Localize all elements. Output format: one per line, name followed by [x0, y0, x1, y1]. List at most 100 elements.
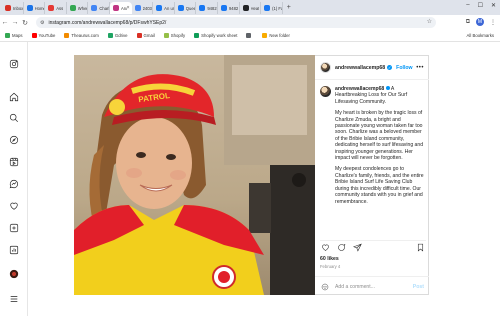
bookmark-item[interactable] [246, 33, 253, 38]
tab-label: Inbox [13, 5, 23, 11]
browser-tab-strip: Inbox Home Ass When CharloAnd× 2403 An un Queen… [0, 0, 500, 15]
bookmark-item[interactable]: New folder [262, 33, 290, 38]
url-text: instagram.com/andrewwallacemp68/p/DFswhY… [48, 19, 167, 26]
home-icon[interactable] [8, 91, 20, 103]
caption-avatar[interactable] [320, 86, 331, 97]
tab-favicon-icon [26, 5, 33, 11]
bookmark-favicon-icon [107, 33, 113, 38]
browser-tab[interactable]: (1) Fa [261, 2, 283, 14]
tab-favicon-icon [199, 5, 206, 11]
caption-username[interactable]: andrewwallacemp68 [335, 86, 384, 92]
browser-tab[interactable]: And× [109, 2, 132, 14]
profile-avatar-icon[interactable] [8, 268, 20, 280]
bookmark-item[interactable]: Theaurus.com [64, 33, 99, 38]
bookmark-item[interactable]: YouTube [31, 33, 55, 38]
reload-icon[interactable]: ↻ [20, 19, 30, 27]
browser-tab[interactable]: Home [24, 2, 46, 14]
browser-tab[interactable]: 9482 [196, 2, 218, 14]
messenger-icon[interactable] [8, 178, 20, 190]
tab-label: When [77, 5, 88, 11]
browser-tab[interactable]: 2403 [132, 2, 154, 14]
post-details-panel: andrewwallacemp68 ✓ Follow ••• andrewwal… [315, 55, 429, 295]
browser-tab[interactable]: Queen [175, 2, 197, 14]
like-heart-icon[interactable] [320, 242, 331, 253]
back-icon[interactable]: ← [0, 19, 10, 26]
browser-tab[interactable]: 9482 [218, 2, 240, 14]
browser-tab[interactable]: Charlo [88, 2, 110, 14]
tab-favicon-icon [177, 5, 184, 11]
caption-lead: andrewwallacemp68 A Heartbreaking Loss f… [335, 86, 426, 105]
bookmark-favicon-icon [64, 33, 70, 38]
post-date[interactable]: February 4 [320, 264, 340, 269]
tab-close-icon[interactable]: × [127, 5, 130, 11]
all-bookmarks-link[interactable]: All Bookmarks [467, 33, 494, 38]
browser-tab[interactable]: Heat [240, 2, 262, 14]
minimize-icon[interactable]: – [466, 2, 469, 9]
menu-icon[interactable]: ⋮ [490, 19, 496, 26]
tab-label: Queen [185, 5, 196, 11]
create-icon[interactable] [8, 222, 20, 234]
tab-label: 9482 [207, 5, 217, 11]
extensions-icon[interactable]: ⧉ [466, 19, 470, 26]
author-avatar[interactable] [320, 62, 331, 73]
more-menu-icon[interactable] [8, 293, 20, 305]
dashboard-icon[interactable] [8, 244, 20, 256]
verified-badge-icon [385, 86, 390, 90]
caption-paragraph: My deepest condolences go to Charlize's … [335, 166, 424, 205]
profile-avatar[interactable]: M [476, 18, 484, 26]
save-bookmark-icon[interactable] [415, 242, 426, 253]
comment-icon[interactable] [336, 242, 347, 253]
browser-tab[interactable]: Ass [45, 2, 67, 14]
browser-tab[interactable]: When [67, 2, 89, 14]
notifications-heart-icon[interactable] [8, 200, 20, 212]
bookmark-item[interactable]: Gdrive [107, 33, 128, 38]
bookmark-item[interactable]: Shopify [163, 33, 186, 38]
close-window-icon[interactable]: ✕ [491, 2, 496, 9]
instagram-nav-rail [0, 42, 28, 316]
search-icon[interactable] [8, 112, 20, 124]
browser-tab[interactable]: An un [153, 2, 175, 14]
bookmark-label: Gdrive [114, 33, 128, 38]
likes-count[interactable]: 60 likes [320, 256, 339, 262]
maximize-icon[interactable]: ☐ [478, 2, 483, 9]
bookmark-label: Shopify [170, 33, 186, 38]
tab-list: Inbox Home Ass When CharloAnd× 2403 An un Queen… [2, 2, 291, 15]
emoji-icon[interactable] [320, 282, 329, 291]
bookmark-star-icon[interactable]: ☆ [427, 18, 432, 25]
bookmark-item[interactable]: Gmail [136, 33, 155, 38]
author-username[interactable]: andrewwallacemp68 [335, 65, 385, 71]
bookmark-favicon-icon [136, 33, 142, 38]
tab-favicon-icon [220, 5, 227, 11]
browser-toolbar: ← → ↻ ⚙ instagram.com/andrewwallacemp68/… [0, 15, 500, 30]
bookmark-favicon-icon [246, 33, 252, 38]
window-controls: – ☐ ✕ [466, 2, 496, 9]
tab-label: 2403 [142, 5, 152, 11]
tab-label: Ass [56, 5, 64, 11]
caption-paragraph: My heart is broken by the tragic loss of… [335, 110, 424, 162]
bookmark-favicon-icon [31, 33, 37, 38]
bookmark-favicon-icon [5, 33, 10, 38]
browser-tab[interactable]: Inbox [2, 2, 24, 14]
explore-icon[interactable] [8, 134, 20, 146]
post-caption: andrewwallacemp68 A Heartbreaking Loss f… [320, 86, 426, 262]
instagram-logo-icon[interactable] [8, 58, 20, 70]
site-info-icon[interactable]: ⚙ [40, 20, 44, 26]
bookmarks-bar: Maps YouTube Theaurus.com Gdrive Gmail Shopif… [0, 30, 500, 42]
follow-button[interactable]: Follow [396, 65, 412, 71]
forward-icon[interactable]: → [10, 19, 20, 26]
more-options-icon[interactable]: ••• [416, 65, 424, 71]
bookmark-item[interactable]: Shopify work sheet [194, 33, 237, 38]
address-bar[interactable]: ⚙ instagram.com/andrewwallacemp68/p/DFsw… [36, 17, 436, 28]
bookmark-label: Shopify work sheet [201, 33, 238, 38]
comment-input[interactable]: Add a comment... [335, 284, 375, 290]
bookmark-label: Maps [12, 33, 23, 38]
post-comment-button[interactable]: Post [413, 284, 424, 290]
lifeguard-photo-illustration: PATROL [74, 55, 315, 295]
share-icon[interactable] [352, 242, 363, 253]
reels-icon[interactable] [8, 156, 20, 168]
bookmark-item[interactable]: Maps [5, 33, 23, 38]
new-tab-icon[interactable]: + [287, 2, 291, 15]
tab-label: 9482 [228, 5, 239, 11]
tab-label: (1) Fa [272, 5, 282, 11]
bookmark-favicon-icon [194, 33, 200, 38]
